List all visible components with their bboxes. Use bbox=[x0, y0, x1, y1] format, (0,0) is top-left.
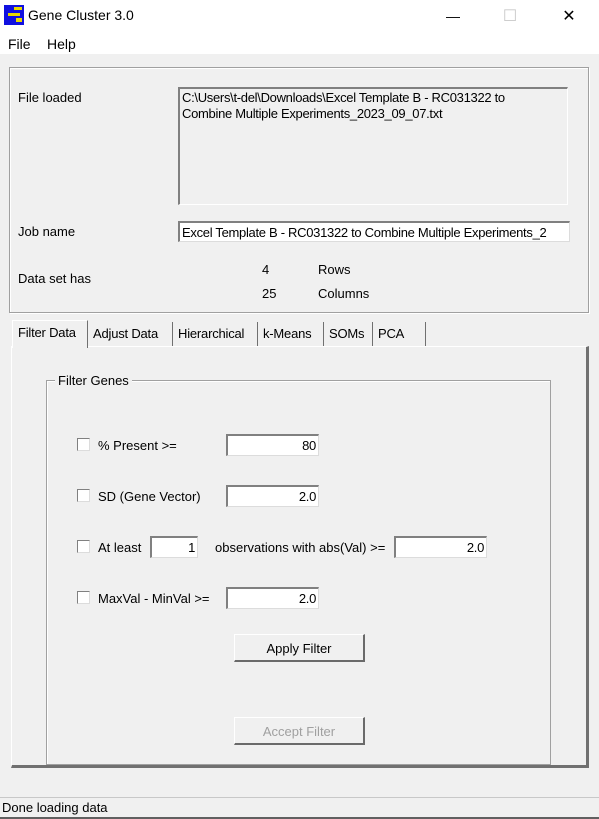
sd-checkbox[interactable] bbox=[77, 489, 90, 502]
job-name-label: Job name bbox=[18, 224, 76, 239]
rows-count: 4 bbox=[262, 262, 270, 277]
menu-help[interactable]: Help bbox=[47, 36, 76, 52]
file-loaded-label: File loaded bbox=[18, 90, 82, 105]
present-label: % Present >= bbox=[98, 438, 177, 453]
minimize-button[interactable]: — bbox=[430, 0, 476, 32]
at-least-label: At least bbox=[98, 540, 142, 555]
file-path-line-2: Combine Multiple Experiments_2023_09_07.… bbox=[182, 106, 443, 121]
maxmin-checkbox[interactable] bbox=[77, 591, 90, 604]
tab-pca[interactable]: PCA bbox=[373, 322, 426, 346]
close-button[interactable]: ✕ bbox=[546, 0, 592, 32]
job-name-input[interactable] bbox=[178, 221, 570, 242]
columns-count: 25 bbox=[262, 286, 277, 301]
status-text: Done loading data bbox=[2, 800, 108, 815]
minimize-icon: — bbox=[446, 8, 460, 24]
tab-filter-data[interactable]: Filter Data bbox=[12, 320, 88, 348]
tab-hierarchical[interactable]: Hierarchical bbox=[173, 322, 258, 346]
maxmin-label: MaxVal - MinVal >= bbox=[98, 591, 210, 606]
sd-label: SD (Gene Vector) bbox=[98, 489, 201, 504]
present-input[interactable] bbox=[226, 434, 319, 456]
dataset-label: Data set has bbox=[18, 271, 91, 286]
tab-soms[interactable]: SOMs bbox=[324, 322, 373, 346]
sd-input[interactable] bbox=[226, 485, 319, 507]
at-least-count-input[interactable] bbox=[150, 536, 198, 558]
columns-label: Columns bbox=[318, 286, 370, 301]
observations-label: observations with abs(Val) >= bbox=[215, 540, 386, 555]
present-checkbox[interactable] bbox=[77, 438, 90, 451]
rows-label: Rows bbox=[318, 262, 351, 277]
file-path-line-1: C:\Users\t-del\Downloads\Excel Template … bbox=[182, 90, 505, 105]
app-icon bbox=[4, 5, 24, 25]
accept-filter-button[interactable]: Accept Filter bbox=[234, 717, 365, 745]
abs-val-input[interactable] bbox=[394, 536, 487, 558]
maximize-button[interactable]: ☐ bbox=[487, 0, 533, 32]
window-title: Gene Cluster 3.0 bbox=[28, 7, 134, 23]
tab-k-means[interactable]: k-Means bbox=[258, 322, 324, 346]
apply-filter-button[interactable]: Apply Filter bbox=[234, 634, 365, 662]
filter-genes-title: Filter Genes bbox=[55, 373, 132, 388]
at-least-checkbox[interactable] bbox=[77, 540, 90, 553]
tab-adjust-data[interactable]: Adjust Data bbox=[88, 322, 173, 346]
menu-bar bbox=[0, 32, 599, 54]
menu-file[interactable]: File bbox=[8, 36, 31, 52]
maxmin-input[interactable] bbox=[226, 587, 319, 609]
file-path-display: C:\Users\t-del\Downloads\Excel Template … bbox=[178, 87, 568, 205]
maximize-icon: ☐ bbox=[502, 8, 518, 25]
close-icon: ✕ bbox=[562, 8, 576, 25]
